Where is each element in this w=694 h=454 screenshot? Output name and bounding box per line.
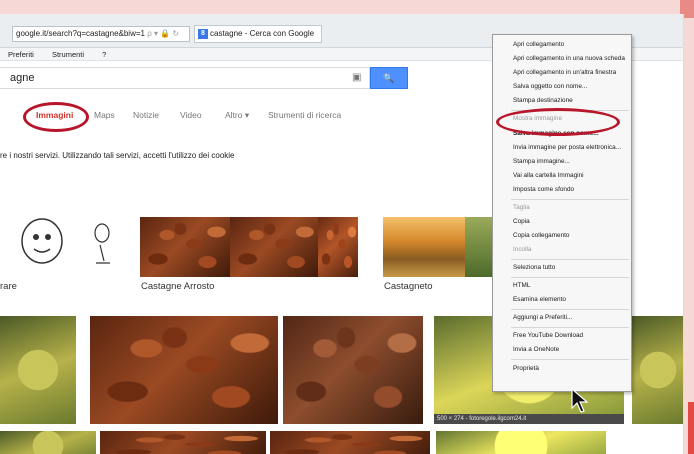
highlight-oval-immagini xyxy=(23,102,89,132)
menu-taglia: Taglia xyxy=(513,204,530,211)
menu-separator xyxy=(511,277,629,278)
menu-separator xyxy=(511,309,629,310)
image-result-castagne-small[interactable] xyxy=(318,217,358,277)
menu-stampa-destinazione[interactable]: Stampa destinazione xyxy=(513,97,573,104)
menu-proprieta[interactable]: Proprietà xyxy=(513,365,539,372)
menu-invia-immagine[interactable]: Invia immagine per posta elettronica... xyxy=(513,144,621,151)
menu-html[interactable]: HTML xyxy=(513,282,530,289)
menu-vai-cartella[interactable]: Vai alla cartella Immagini xyxy=(513,172,584,179)
search-input[interactable]: agne xyxy=(0,67,370,89)
caption-castagneto[interactable]: Castagneto xyxy=(384,281,433,292)
menu-imposta-sfondo[interactable]: Imposta come sfondo xyxy=(513,186,574,193)
menu-copia[interactable]: Copia xyxy=(513,218,530,225)
menu-incolla: Incolla xyxy=(513,246,532,253)
image-result-castagne-pile[interactable] xyxy=(90,316,278,424)
image-result-row3-3[interactable] xyxy=(270,431,430,454)
google-favicon-icon: 8 xyxy=(198,29,208,39)
context-menu: Apri collegamento Apri collegamento in u… xyxy=(492,34,632,392)
image-result-row3-4[interactable] xyxy=(436,431,606,454)
chestnut-cartoon-icon xyxy=(21,218,110,264)
menu-aggiungi-preferiti[interactable]: Aggiungi a Preferiti... xyxy=(513,314,572,321)
tab-maps[interactable]: Maps xyxy=(94,110,115,120)
page-edge-decoration xyxy=(688,402,694,454)
image-result-row3-1[interactable] xyxy=(0,431,96,454)
browser-screenshot: google.it/search?q=castagne&biw=1 ρ ▾ 🔒 … xyxy=(0,14,684,454)
tab-strumenti-ricerca[interactable]: Strumenti di ricerca xyxy=(268,110,341,120)
caption-castagne-arrosto[interactable]: Castagne Arrosto xyxy=(141,281,214,292)
menu-separator xyxy=(511,359,629,360)
mouse-cursor-icon xyxy=(571,388,589,413)
menu-apri-nuova-scheda[interactable]: Apri collegamento in una nuova scheda xyxy=(513,55,625,62)
menu-invia-onenote[interactable]: Invia a OneNote xyxy=(513,346,559,353)
menu-apri-altra-finestra[interactable]: Apri collegamento in un'altra finestra xyxy=(513,69,616,76)
menu-free-youtube-download[interactable]: Free YouTube Download xyxy=(513,332,583,339)
menu-stampa-immagine[interactable]: Stampa immagine... xyxy=(513,158,570,165)
address-icons[interactable]: ρ ▾ 🔒 ↻ xyxy=(147,29,179,38)
search-icon: 🔍 xyxy=(383,73,395,83)
image-result-castagne-basket[interactable] xyxy=(283,316,423,424)
image-result-green[interactable] xyxy=(465,217,492,277)
image-result-castagne-bowl[interactable] xyxy=(230,217,318,277)
menu-copia-collegamento[interactable]: Copia collegamento xyxy=(513,232,570,239)
tab-altro[interactable]: Altro ▾ xyxy=(225,110,249,121)
image-size-tooltip: 500 × 274 - fotoregole.ilgcom24.it xyxy=(434,414,624,424)
browser-tab[interactable]: 8 castagne - Cerca con Google × xyxy=(194,25,322,43)
search-button[interactable]: 🔍 xyxy=(370,67,408,89)
image-result-riccio[interactable] xyxy=(0,316,76,424)
menu-strumenti[interactable]: Strumenti xyxy=(52,50,84,59)
cookie-notice: re i nostri servizi. Utilizzando tali se… xyxy=(0,151,235,160)
tab-notizie[interactable]: Notizie xyxy=(133,110,159,120)
menu-seleziona-tutto[interactable]: Seleziona tutto xyxy=(513,264,555,271)
tab-video[interactable]: Video xyxy=(180,110,202,120)
address-text: google.it/search?q=castagne&biw=1 xyxy=(16,29,145,38)
menu-salva-oggetto[interactable]: Salva oggetto con nome... xyxy=(513,83,587,90)
menu-esamina-elemento[interactable]: Esamina elemento xyxy=(513,296,566,303)
image-result-castagneto[interactable] xyxy=(383,217,465,277)
tab-close-icon[interactable]: × xyxy=(320,29,321,38)
image-result-castagne-arrosto[interactable] xyxy=(140,217,230,277)
caption-rare[interactable]: rare xyxy=(0,281,17,292)
menu-separator xyxy=(511,327,629,328)
menu-help[interactable]: ? xyxy=(102,50,106,59)
menu-separator xyxy=(511,199,629,200)
image-result-row3-2[interactable] xyxy=(100,431,266,454)
browser-tab-label: castagne - Cerca con Google xyxy=(210,29,315,38)
address-bar[interactable]: google.it/search?q=castagne&biw=1 ρ ▾ 🔒 … xyxy=(12,26,190,42)
menu-preferiti[interactable]: Preferiti xyxy=(8,50,34,59)
menu-separator xyxy=(511,259,629,260)
menu-apri-collegamento[interactable]: Apri collegamento xyxy=(513,41,564,48)
image-result-cartoon[interactable] xyxy=(0,201,120,273)
highlight-oval-salva-immagine xyxy=(496,108,620,136)
image-result-ricci-right[interactable] xyxy=(632,316,683,424)
camera-icon[interactable]: ▣ xyxy=(352,72,366,83)
